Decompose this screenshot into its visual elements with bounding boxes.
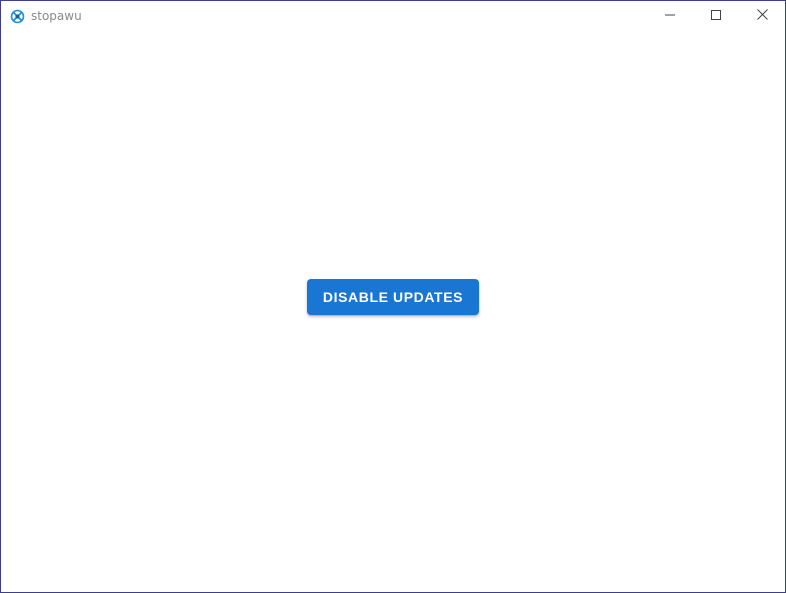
minimize-icon	[665, 7, 675, 25]
window-controls	[647, 1, 785, 31]
title-bar[interactable]: stopawu	[1, 1, 785, 32]
main-content: DISABLE UPDATES	[1, 32, 785, 592]
app-window: stopawu DISABLE UPDATES	[0, 0, 786, 593]
disable-updates-button[interactable]: DISABLE UPDATES	[307, 279, 479, 315]
stopawu-app-icon	[10, 9, 25, 24]
minimize-button[interactable]	[647, 1, 693, 31]
close-button[interactable]	[739, 1, 785, 31]
maximize-icon	[711, 7, 721, 25]
maximize-button[interactable]	[693, 1, 739, 31]
close-icon	[756, 7, 768, 25]
window-title: stopawu	[31, 9, 82, 23]
